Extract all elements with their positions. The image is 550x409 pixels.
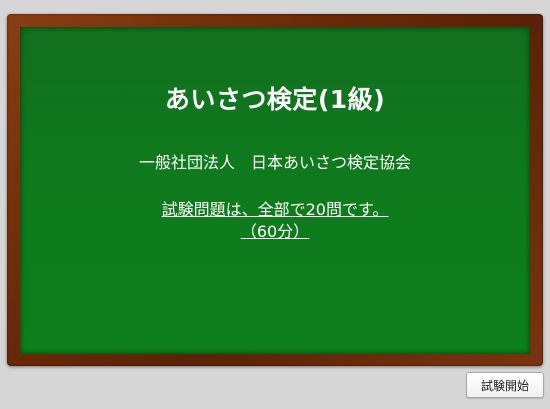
chalkboard: あいさつ検定(1級) 一般社団法人 日本あいさつ検定協会 試験問題は、全部で20… [20,27,530,354]
exam-info: 試験問題は、全部で20問です。 （60分） [20,199,530,243]
time-limit-text: （60分） [240,222,310,241]
chalkboard-frame: あいさつ検定(1級) 一般社団法人 日本あいさつ検定協会 試験問題は、全部で20… [7,14,543,366]
organization-name: 一般社団法人 日本あいさつ検定協会 [138,153,411,172]
question-count-text: 試験問題は、全部で20問です。 [161,200,389,219]
start-exam-button[interactable]: 試験開始 [466,372,544,398]
exam-title: あいさつ検定(1級) [164,85,386,114]
